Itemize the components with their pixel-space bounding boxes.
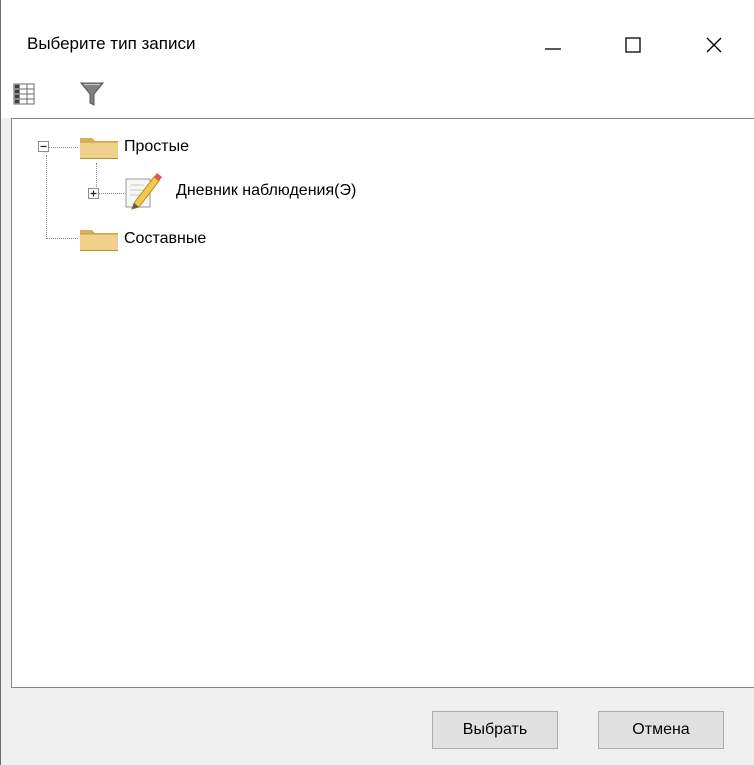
- minus-icon: [40, 145, 47, 148]
- minimize-button[interactable]: [530, 22, 576, 68]
- tree-node-observation-diary[interactable]: Дневник наблюдения(Э): [124, 171, 356, 211]
- tree-node-label: Дневник наблюдения(Э): [176, 182, 357, 199]
- edit-document-icon: [125, 173, 162, 210]
- title-bar[interactable]: Выберите тип записи: [1, 0, 754, 72]
- window-title: Выберите тип записи: [27, 34, 196, 53]
- plus-icon: [90, 190, 97, 197]
- tree-node-label: Простые: [124, 138, 190, 155]
- minimize-icon: [545, 48, 561, 50]
- record-type-tree[interactable]: Простые Дневник наблюдения(Э) Составные: [11, 118, 754, 688]
- tree-node-simple[interactable]: Простые: [78, 131, 189, 163]
- table-view-icon: [13, 83, 35, 105]
- filter-icon: [80, 82, 104, 106]
- dialog-window: Выберите тип записи Простые Дневник набл…: [0, 0, 754, 765]
- cancel-button[interactable]: Отмена: [598, 711, 724, 749]
- close-button[interactable]: [691, 22, 737, 68]
- filter-button[interactable]: [77, 78, 107, 110]
- maximize-icon: [625, 37, 641, 53]
- tree-node-label: Составные: [124, 230, 207, 247]
- maximize-button[interactable]: [610, 22, 656, 68]
- tree-node-composite[interactable]: Составные: [78, 223, 206, 255]
- folder-icon: [80, 138, 118, 159]
- close-icon: [706, 37, 722, 53]
- select-button[interactable]: Выбрать: [432, 711, 558, 749]
- collapse-toggle[interactable]: [38, 141, 49, 152]
- dialog-footer: Выбрать Отмена: [11, 688, 754, 765]
- table-view-button[interactable]: [9, 78, 39, 110]
- folder-icon: [80, 230, 118, 251]
- toolbar: [1, 72, 754, 118]
- expand-toggle[interactable]: [88, 188, 99, 199]
